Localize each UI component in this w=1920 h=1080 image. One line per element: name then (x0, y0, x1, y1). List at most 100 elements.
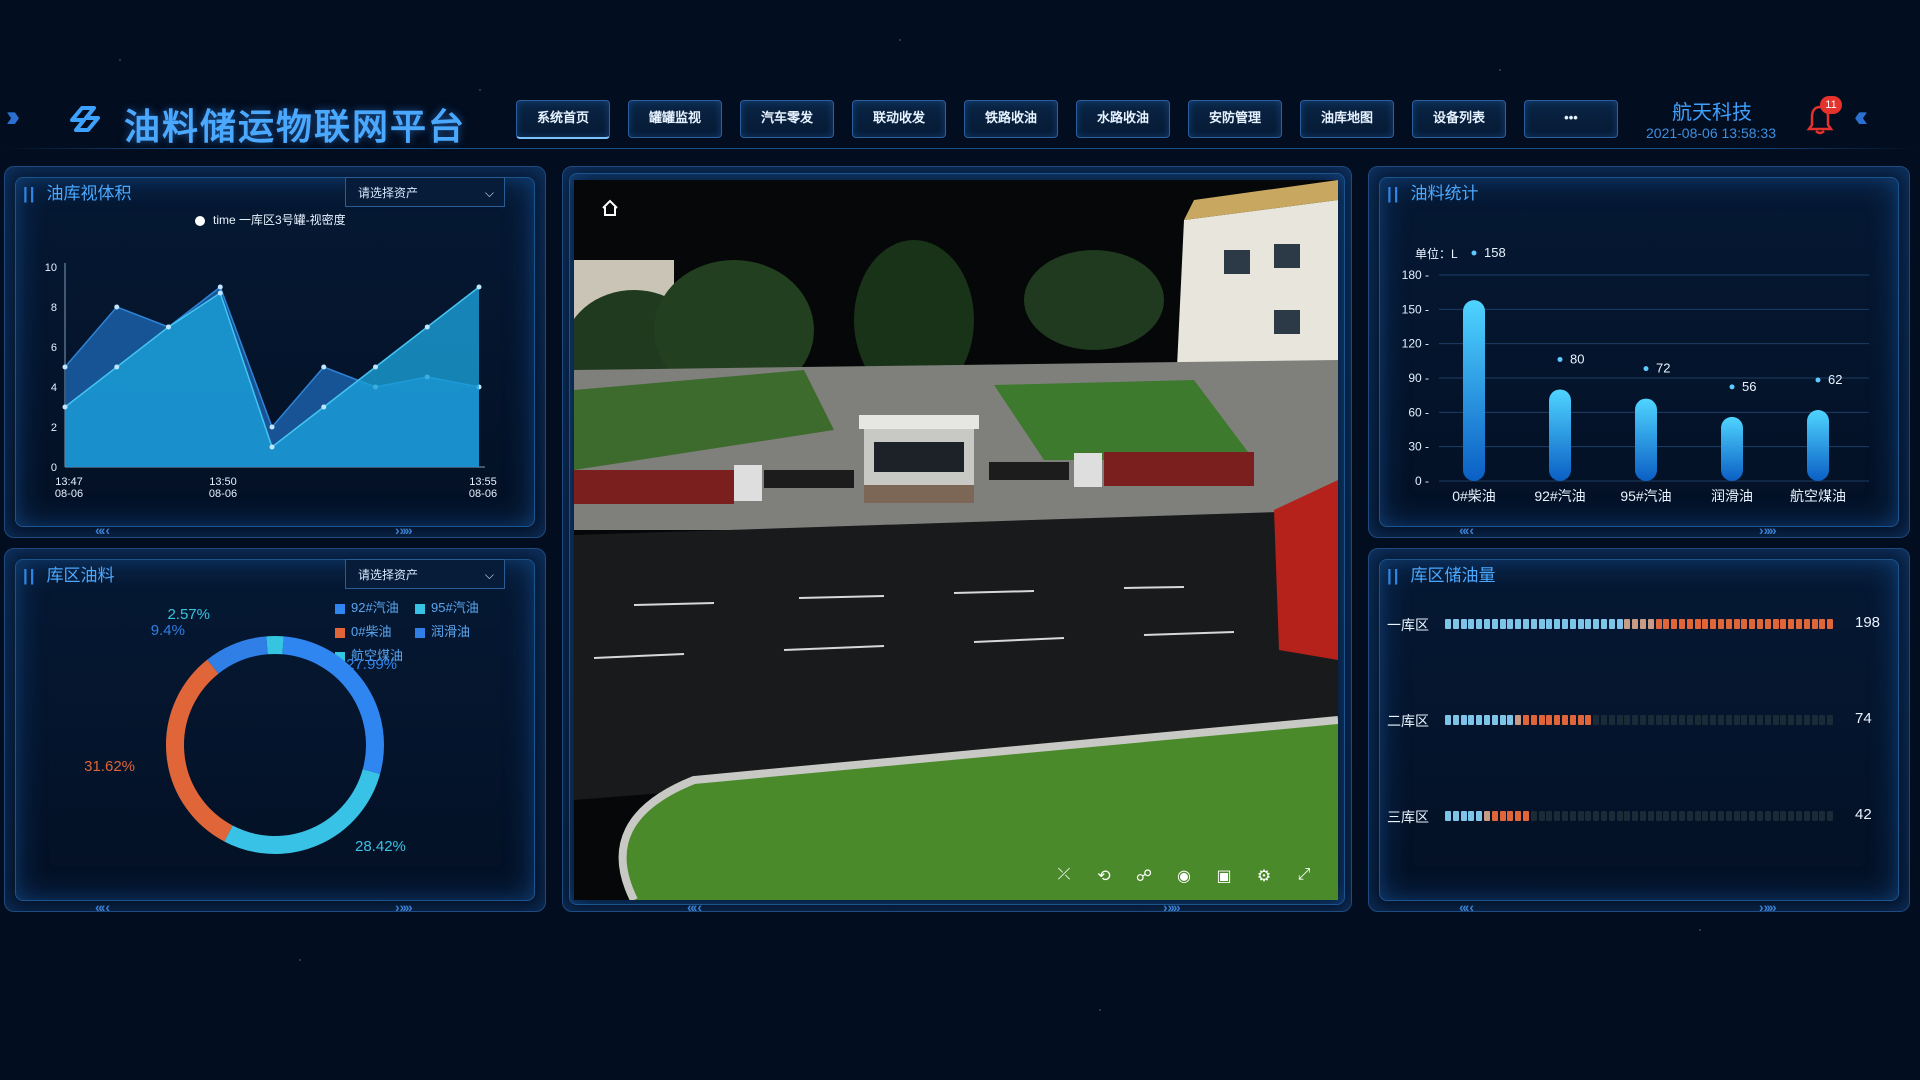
data-point[interactable] (373, 364, 378, 370)
nav-button-9[interactable]: ••• (1524, 100, 1618, 138)
bar-segment (1702, 715, 1709, 725)
bar-segment (1671, 811, 1678, 821)
pager-prev-icon[interactable]: «‹ ‹ (1459, 899, 1474, 915)
bar-segment (1694, 811, 1701, 821)
bar-segment (1476, 811, 1483, 821)
pager-next-icon[interactable]: › ››» (1759, 899, 1777, 915)
nav-button-8[interactable]: 设备列表 (1412, 100, 1506, 138)
home-icon[interactable] (600, 198, 620, 218)
pager-next-icon[interactable]: › ››» (395, 522, 413, 538)
data-point[interactable] (114, 364, 120, 370)
bar-segment (1460, 715, 1467, 725)
bar-segment (1764, 619, 1771, 629)
bar[interactable] (1463, 300, 1485, 481)
data-label-dot (1729, 384, 1735, 390)
pager-next-icon[interactable]: › ››» (395, 899, 413, 915)
bar-segment (1733, 619, 1740, 629)
data-point[interactable] (269, 424, 275, 430)
bar[interactable] (1721, 416, 1743, 481)
zone-value: 42 (1855, 806, 1872, 823)
pager-next-icon[interactable]: › ››» (1163, 899, 1181, 915)
nav-button-5[interactable]: 水路收油 (1076, 100, 1170, 138)
pager-prev-icon[interactable]: «‹ ‹ (687, 899, 702, 915)
donut-slice[interactable] (166, 659, 233, 842)
nav-button-3[interactable]: 联动收发 (852, 100, 946, 138)
bar-segment (1515, 811, 1522, 821)
bar-segment (1562, 811, 1568, 821)
zone-bar[interactable] (1445, 811, 1835, 821)
nav-button-6[interactable]: 安防管理 (1188, 100, 1282, 138)
bar[interactable] (1549, 389, 1571, 481)
y-tick-label: 10 (45, 262, 57, 274)
nav-button-0[interactable]: 系统首页 (516, 100, 610, 139)
share-icon[interactable]: ⤫ (1054, 866, 1074, 886)
bar-segment (1827, 811, 1834, 821)
data-point[interactable] (62, 364, 68, 370)
bar-segment (1632, 811, 1639, 821)
bar-segment (1764, 715, 1771, 725)
bar-segment (1616, 619, 1623, 629)
oil-stats-chart: 0 - 30 - 60 - 90 - 120 - 150 - 180 - 158 0#柴油 80 9… (1402, 245, 1869, 504)
data-point[interactable] (62, 404, 68, 410)
zone-storage-panel: 库区储油量 一库区 198 二库区 74 三库区 42 «‹ ‹ › ››» (1368, 548, 1910, 915)
data-point[interactable] (424, 324, 430, 330)
pager-next-icon[interactable]: › ››» (1759, 522, 1777, 538)
app-title: 油料储运物联网平台 (124, 106, 467, 147)
bar-segment (1819, 619, 1826, 629)
bar-segment (1608, 619, 1615, 629)
nav-button-4[interactable]: 铁路收油 (964, 100, 1058, 138)
data-point[interactable] (166, 324, 171, 330)
donut-slice[interactable] (207, 636, 269, 674)
camera-icon[interactable]: ▣ (1214, 866, 1234, 886)
bar-segment (1663, 715, 1670, 725)
pager-prev-icon[interactable]: «‹ ‹ (95, 899, 110, 915)
bar-segment (1515, 715, 1522, 725)
datetime: 2021-08-06 13:58:33 (1646, 125, 1776, 141)
bar-segment (1608, 715, 1615, 725)
bar-segment (1546, 715, 1553, 725)
data-point[interactable] (476, 284, 482, 290)
bar-segment (1468, 619, 1475, 629)
zone-bar[interactable] (1445, 715, 1835, 725)
bar-segment (1749, 811, 1756, 821)
bar-segment (1601, 811, 1607, 821)
y-tick-label: 0 (51, 462, 57, 474)
y-tick-label: 60 - (1408, 405, 1429, 419)
data-label-dot (1815, 377, 1821, 383)
globe-icon[interactable]: ◉ (1174, 866, 1194, 886)
slice-label: 31.62% (84, 758, 135, 775)
y-tick-label: 6 (51, 342, 57, 354)
bar-segment (1538, 811, 1545, 821)
zone-bar[interactable] (1445, 619, 1835, 629)
bar[interactable] (1635, 398, 1657, 481)
rotate-icon[interactable]: ⟲ (1094, 866, 1114, 886)
data-point[interactable] (321, 364, 327, 370)
walk-icon[interactable]: ☍ (1134, 866, 1154, 886)
pager-prev-icon[interactable]: «‹ ‹ (95, 522, 110, 538)
3d-scene-view[interactable] (574, 180, 1338, 900)
bar-segment (1803, 619, 1810, 629)
slice-label: 9.4% (151, 622, 185, 639)
data-point[interactable] (269, 444, 275, 450)
bar-segment (1484, 619, 1490, 629)
bar-segment (1491, 811, 1498, 821)
bar-segment (1476, 715, 1483, 725)
pager-prev-icon[interactable]: «‹ ‹ (1459, 522, 1474, 538)
bar-segment (1569, 811, 1576, 821)
donut-slice[interactable] (224, 769, 381, 854)
bar-segment (1577, 811, 1584, 821)
bar-segment (1491, 619, 1498, 629)
bar-segment (1694, 715, 1701, 725)
data-point[interactable] (114, 304, 120, 310)
bar-segment (1562, 619, 1568, 629)
fullscreen-icon[interactable]: ⤢ (1294, 866, 1314, 886)
nav-button-7[interactable]: 油库地图 (1300, 100, 1394, 138)
bar-value-label: 80 (1570, 351, 1584, 366)
nav-button-2[interactable]: 汽车零发 (740, 100, 834, 138)
data-point[interactable] (217, 290, 223, 296)
bar[interactable] (1807, 410, 1829, 481)
data-point[interactable] (321, 404, 327, 410)
nav-button-1[interactable]: 罐罐监视 (628, 100, 722, 138)
data-point[interactable] (217, 284, 223, 290)
gear-icon[interactable]: ⚙ (1254, 866, 1274, 886)
